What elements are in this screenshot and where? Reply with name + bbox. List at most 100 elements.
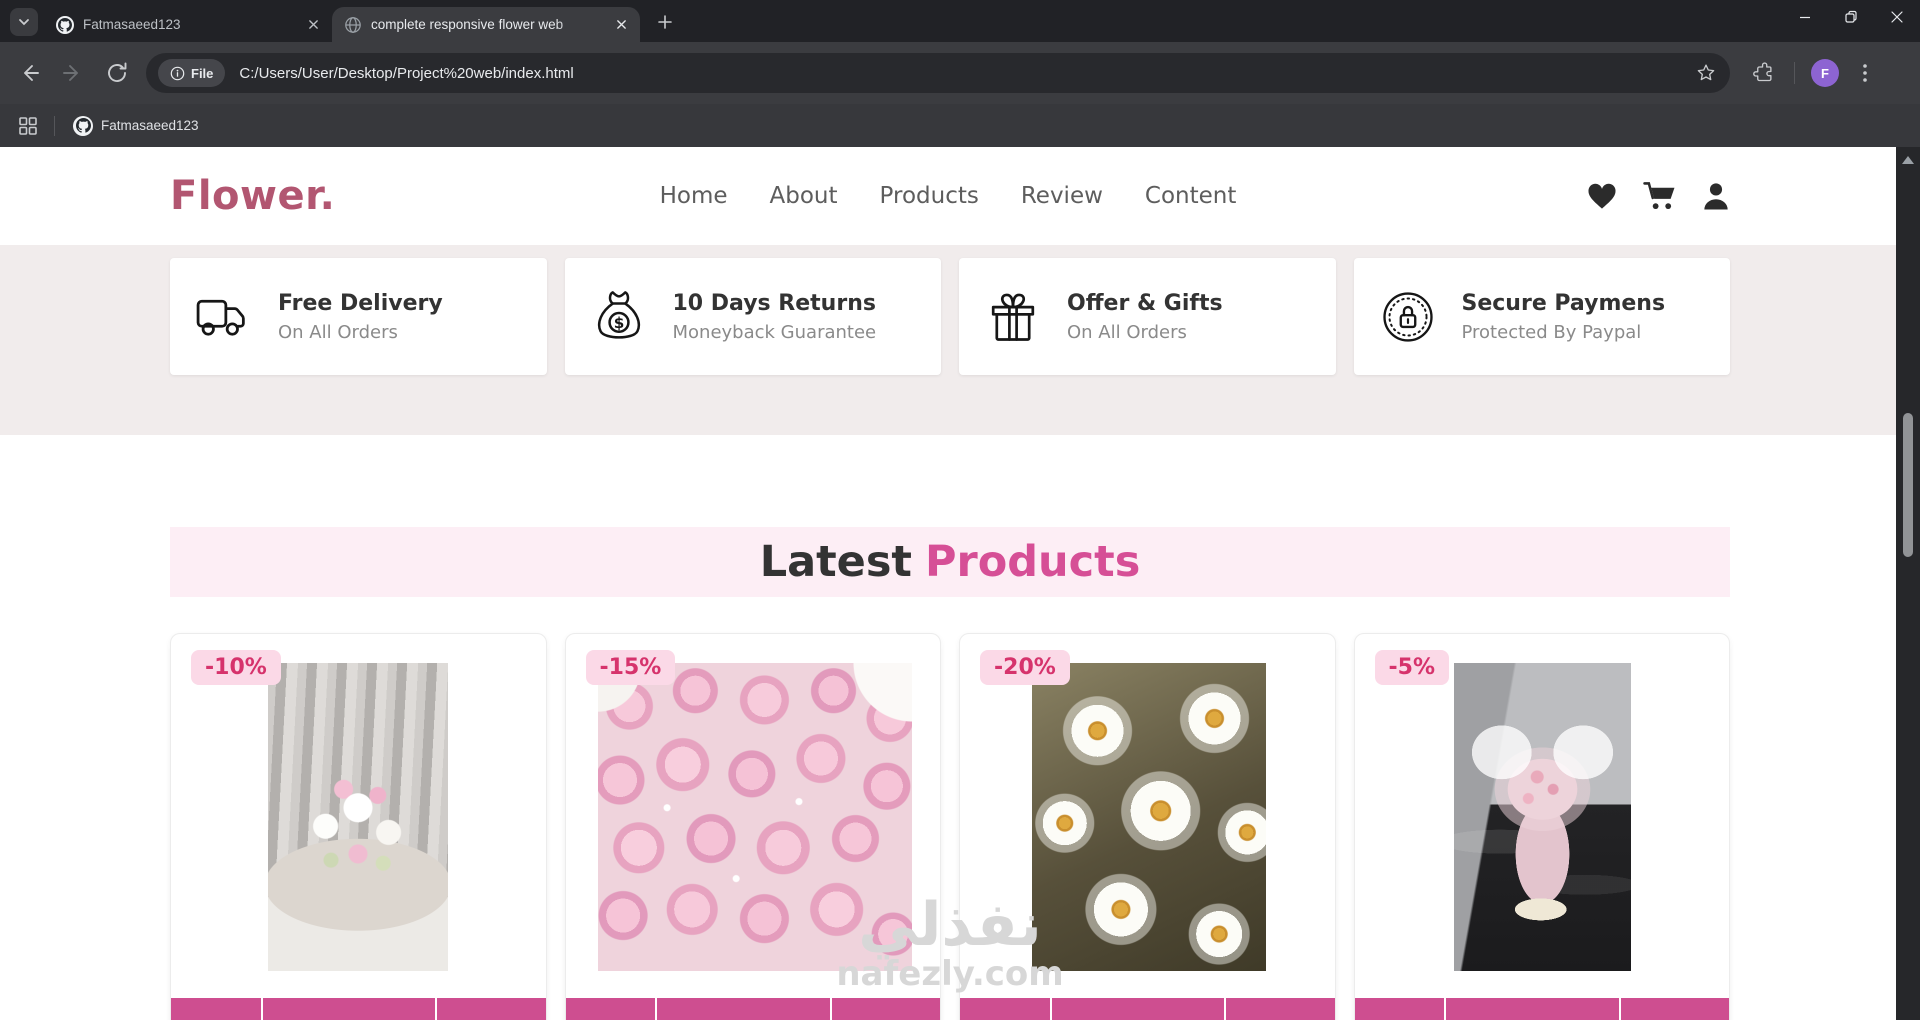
product-info-bar (171, 998, 546, 1020)
tab-github[interactable]: Fatmasaeed123 (44, 7, 332, 42)
heading-prefix: Latest (759, 537, 912, 587)
product-info-segment (1354, 998, 1445, 1020)
site-info-chip[interactable]: File (158, 59, 226, 87)
browser-toolbar: File C:/Users/User/Desktop/Project%20web… (0, 42, 1920, 104)
product-image-pink-roses-bouquet (597, 663, 912, 971)
tab-strip: Fatmasaeed123 complete responsive flower… (0, 0, 1920, 42)
forward-button[interactable] (56, 56, 90, 90)
address-bar[interactable]: File C:/Users/User/Desktop/Project%20web… (146, 53, 1730, 93)
new-tab-button[interactable] (652, 9, 678, 35)
nav-link-home[interactable]: Home (660, 183, 728, 209)
site-header: Flower. Home About Products Review Conte… (0, 147, 1896, 245)
product-info-segment (960, 998, 1050, 1020)
page-scrollbar[interactable] (1896, 147, 1920, 1020)
product-info-segment (831, 998, 940, 1020)
scrollbar-up-arrow-icon[interactable] (1902, 156, 1914, 164)
wishlist-heart-icon[interactable] (1587, 183, 1617, 210)
feature-card-offer-gifts: Offer & Gifts On All Orders (959, 258, 1336, 375)
lock-icon (1378, 289, 1438, 345)
github-icon (73, 115, 93, 136)
product-info-segment (1051, 998, 1225, 1020)
product-info-segment (1620, 998, 1729, 1020)
url-text: C:/Users/User/Desktop/Project%20web/inde… (239, 64, 574, 82)
products-grid: -10% -15% -20% -5% (0, 597, 1896, 1020)
nav-link-products[interactable]: Products (880, 183, 979, 209)
features-section: Free Delivery On All Orders $ 10 Days Re… (0, 245, 1896, 435)
feature-texts: Secure Paymens Protected By Paypal (1462, 291, 1666, 343)
info-icon (170, 66, 185, 81)
truck-icon (194, 292, 254, 342)
discount-badge: -15% (585, 650, 676, 685)
bookmark-github[interactable]: Fatmasaeed123 (73, 115, 199, 136)
heading-highlight: Products (925, 537, 1141, 587)
product-image-pink-gift-bouquet-on-sofa (1453, 663, 1631, 971)
feature-title: 10 Days Returns (672, 290, 876, 316)
apps-grid-icon[interactable] (16, 114, 40, 138)
feature-title: Offer & Gifts (1067, 290, 1223, 316)
product-info-segment (657, 998, 830, 1020)
product-card[interactable]: -10% (170, 633, 547, 1020)
chevron-down-icon (16, 14, 32, 30)
bookmarks-bar: Fatmasaeed123 (0, 104, 1920, 147)
product-info-bar (960, 998, 1335, 1020)
scrollbar-thumb[interactable] (1903, 413, 1913, 557)
site-nav: Home About Products Review Content (660, 183, 1237, 209)
screenshot-root: { "browser": { "tabs": [ { "title": "Fat… (0, 0, 1920, 1020)
feature-subtitle: On All Orders (278, 321, 398, 343)
feature-subtitle: Moneyback Guarantee (672, 321, 877, 343)
feature-card-secure-payments: Secure Paymens Protected By Paypal (1353, 258, 1730, 375)
tab-search-button[interactable] (10, 8, 38, 36)
product-card[interactable]: -15% (564, 633, 941, 1020)
discount-badge: -5% (1374, 650, 1449, 685)
nav-link-about[interactable]: About (770, 183, 838, 209)
profile-avatar[interactable]: F (1811, 59, 1839, 87)
extensions-icon[interactable] (1748, 58, 1778, 88)
product-info-bar (565, 998, 940, 1020)
maximize-button[interactable] (1828, 0, 1874, 34)
feature-title: Secure Paymens (1461, 290, 1666, 316)
globe-icon (344, 16, 362, 34)
plus-icon (657, 14, 673, 30)
product-card[interactable]: -20% (959, 633, 1336, 1020)
feature-card-free-delivery: Free Delivery On All Orders (170, 258, 547, 375)
discount-badge: -10% (191, 650, 281, 685)
product-info-segment (437, 998, 546, 1020)
product-info-segment (262, 998, 436, 1020)
nav-link-review[interactable]: Review (1021, 183, 1103, 209)
feature-card-returns: $ 10 Days Returns Moneyback Guarantee (564, 258, 941, 375)
discount-badge: -20% (980, 650, 1070, 685)
feature-subtitle: Protected By Paypal (1461, 321, 1642, 343)
close-button[interactable] (1874, 0, 1920, 34)
feature-texts: 10 Days Returns Moneyback Guarantee (673, 291, 877, 343)
minimize-button[interactable] (1782, 0, 1828, 34)
feature-subtitle: On All Orders (1067, 321, 1187, 343)
window-controls (1782, 0, 1920, 34)
site-logo[interactable]: Flower. (170, 173, 335, 219)
file-chip-label: File (191, 65, 214, 81)
tab-title: Fatmasaeed123 (83, 17, 181, 32)
product-card[interactable]: -5% (1353, 633, 1730, 1020)
tab-flower-site[interactable]: complete responsive flower web (332, 7, 640, 42)
back-button[interactable] (12, 56, 46, 90)
webpage-viewport: Flower. Home About Products Review Conte… (0, 147, 1896, 1020)
product-image-white-lilies-pink-bouquet (268, 663, 448, 971)
reload-button[interactable] (100, 56, 134, 90)
browser-menu-icon[interactable] (1853, 59, 1877, 87)
product-info-bar (1354, 998, 1729, 1020)
github-icon (56, 15, 74, 34)
product-info-segment (1446, 998, 1619, 1020)
product-info-segment (565, 998, 656, 1020)
latest-products-heading: Latest Products (170, 527, 1730, 597)
nav-link-content[interactable]: Content (1145, 183, 1236, 209)
bookmark-label: Fatmasaeed123 (101, 118, 199, 133)
bookmark-star-icon[interactable] (1694, 61, 1718, 85)
header-icons (1587, 182, 1730, 211)
tab-title: complete responsive flower web (371, 17, 564, 32)
cart-icon[interactable] (1643, 182, 1676, 211)
product-info-segment (1226, 998, 1335, 1020)
user-icon[interactable] (1702, 182, 1730, 211)
tab-close-icon[interactable] (304, 16, 322, 34)
feature-texts: Offer & Gifts On All Orders (1067, 291, 1223, 343)
tab-close-icon[interactable] (612, 16, 630, 34)
gift-icon (983, 289, 1043, 345)
